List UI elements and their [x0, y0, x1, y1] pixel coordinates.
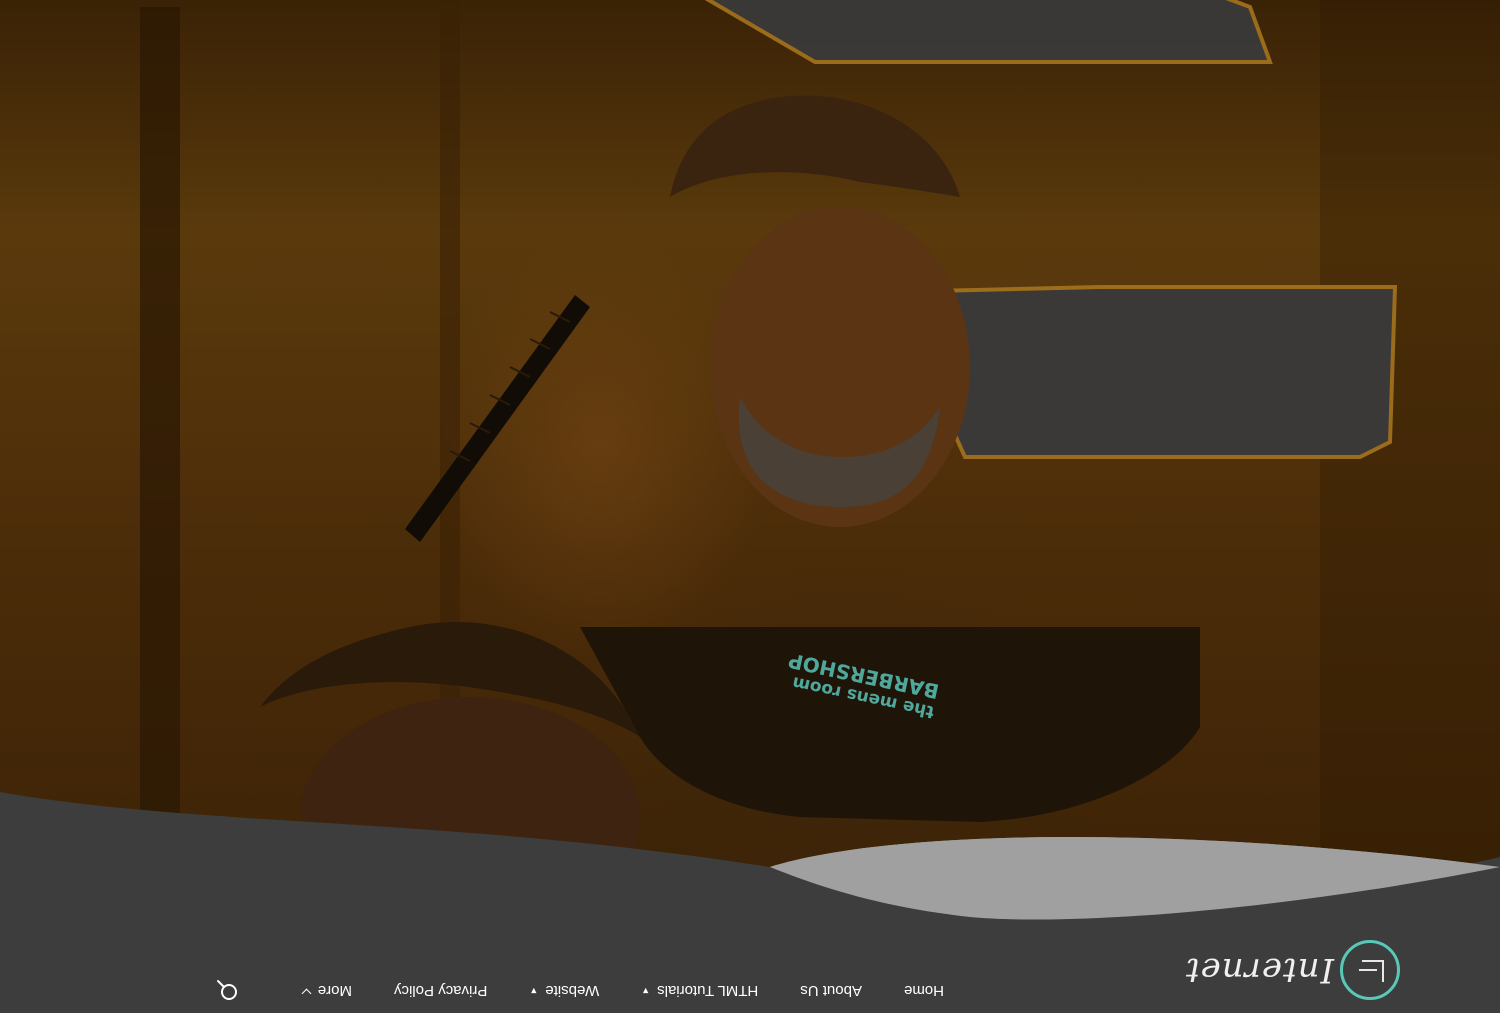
- menu-item-home[interactable]: Home: [904, 983, 944, 1000]
- menu-item-label: HTML Tutorials: [657, 982, 759, 1000]
- menu-item-label: About Us: [800, 982, 862, 1000]
- logo-text: Internet: [1184, 950, 1334, 990]
- logo-mark-icon: [1340, 940, 1400, 1000]
- hero-image: the mens room BARBERSHOP: [0, 0, 1500, 927]
- menu-item-label: More: [317, 982, 353, 1000]
- caret-down-icon: ▼: [641, 986, 651, 996]
- main-menu: Home About Us HTML Tutorials ▼ Website ▼…: [261, 969, 944, 1013]
- page: Internet Home About Us HTML Tutorials ▼ …: [0, 0, 1500, 1013]
- search-icon[interactable]: [216, 979, 238, 1001]
- menu-item-privacy-policy[interactable]: Privacy Policy: [394, 983, 487, 1000]
- caret-down-icon: ▼: [529, 986, 539, 996]
- menu-item-more[interactable]: More: [301, 982, 353, 1000]
- site-logo[interactable]: Internet: [1185, 927, 1400, 1013]
- menu-item-label: Website: [545, 982, 600, 1000]
- chevron-down-icon: [301, 988, 312, 999]
- menu-item-label: Privacy Policy: [394, 982, 488, 1000]
- menu-item-label: Home: [903, 982, 944, 1000]
- menu-item-html-tutorials[interactable]: HTML Tutorials ▼: [641, 983, 758, 1000]
- menu-item-website[interactable]: Website ▼: [529, 983, 599, 1000]
- hero-banner: the mens room BARBERSHOP: [0, 0, 1500, 927]
- menu-item-about-us[interactable]: About Us: [800, 983, 862, 1000]
- navbar: Internet Home About Us HTML Tutorials ▼ …: [0, 927, 1500, 1013]
